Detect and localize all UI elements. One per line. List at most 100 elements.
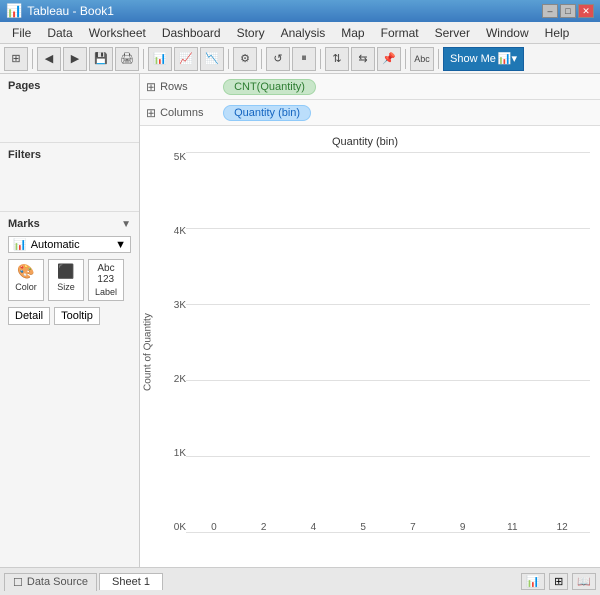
menu-file[interactable]: File xyxy=(4,24,39,42)
toolbar-forward-button[interactable]: ▶ xyxy=(63,47,87,71)
x-label-7: 7 xyxy=(410,522,416,533)
x-label-2: 2 xyxy=(261,522,267,533)
pages-section: Pages xyxy=(0,74,139,143)
toolbar-sort2-button[interactable]: ⇆ xyxy=(351,47,375,71)
menu-map[interactable]: Map xyxy=(333,24,372,42)
marks-chart-icon: 📊 xyxy=(13,238,27,251)
toolbar-refresh-button[interactable]: ↺ xyxy=(266,47,290,71)
close-button[interactable]: ✕ xyxy=(578,4,594,18)
detail-button[interactable]: Detail xyxy=(8,307,50,325)
toolbar-pause-button[interactable]: ⏸ xyxy=(292,47,316,71)
new-dashboard-button[interactable]: ⊞ xyxy=(549,573,568,590)
menu-story[interactable]: Story xyxy=(229,24,273,42)
toolbar-sep-7 xyxy=(438,49,439,69)
toolbar-sort-button[interactable]: ⇅ xyxy=(325,47,349,71)
left-panel: Pages Filters Marks ▼ 📊 Automatic ▼ 🎨 Co… xyxy=(0,74,140,567)
marks-section: Marks ▼ 📊 Automatic ▼ 🎨 Color ⬛ Size Abc… xyxy=(0,212,139,331)
toolbar-sep-1 xyxy=(32,49,33,69)
data-source-tab[interactable]: ☐ Data Source xyxy=(4,573,97,591)
x-label-11: 11 xyxy=(507,522,517,533)
sheet1-tab[interactable]: Sheet 1 xyxy=(99,573,163,590)
bar-group-4[interactable]: 4 xyxy=(292,519,336,533)
toolbar-sep-6 xyxy=(405,49,406,69)
toolbar-filter-button[interactable]: ⚙ xyxy=(233,47,257,71)
columns-pill[interactable]: Quantity (bin) xyxy=(223,105,311,121)
menu-analysis[interactable]: Analysis xyxy=(273,24,334,42)
toolbar: ⊞ ◀ ▶ 💾 🖨 📊 📈 📉 ⚙ ↺ ⏸ ⇅ ⇆ 📌 Abc Show Me … xyxy=(0,44,600,74)
bar-group-7[interactable]: 7 xyxy=(391,519,435,533)
chart-canvas: Quantity (bin) Count of Quantity 0K 1K 2… xyxy=(140,126,600,567)
toolbar-print-button[interactable]: 🖨 xyxy=(115,47,139,71)
menu-dashboard[interactable]: Dashboard xyxy=(154,24,229,42)
toolbar-sep-2 xyxy=(143,49,144,69)
toolbar-grid-button[interactable]: ⊞ xyxy=(4,47,28,71)
y-ticks: 0K 1K 2K 3K 4K 5K xyxy=(158,152,186,553)
filters-section: Filters xyxy=(0,143,139,212)
toolbar-sep-5 xyxy=(320,49,321,69)
size-label: Size xyxy=(57,282,75,292)
filters-title: Filters xyxy=(8,149,131,161)
tooltip-button[interactable]: Tooltip xyxy=(54,307,100,325)
y-tick-3k: 3K xyxy=(158,300,186,311)
label-button[interactable]: Abc123 Label xyxy=(88,259,124,301)
toolbar-chart2-button[interactable]: 📈 xyxy=(174,47,198,71)
color-label: Color xyxy=(15,282,37,292)
toolbar-text-button[interactable]: Abc xyxy=(410,47,434,71)
window-title: Tableau - Book1 xyxy=(27,4,542,18)
bars-container: 0 2 4 5 7 9 11 12 xyxy=(186,152,590,553)
menu-help[interactable]: Help xyxy=(537,24,578,42)
size-button[interactable]: ⬛ Size xyxy=(48,259,84,301)
x-label-9: 9 xyxy=(460,522,466,533)
menu-data[interactable]: Data xyxy=(39,24,80,42)
marks-type-label: Automatic xyxy=(31,239,80,251)
filters-content xyxy=(8,165,131,205)
menu-worksheet[interactable]: Worksheet xyxy=(81,24,154,42)
show-me-button[interactable]: Show Me 📊▾ xyxy=(443,47,524,71)
minimize-button[interactable]: – xyxy=(542,4,558,18)
marks-type-dropdown[interactable]: 📊 Automatic ▼ xyxy=(8,236,131,253)
toolbar-sep-3 xyxy=(228,49,229,69)
show-me-label: Show Me xyxy=(450,53,496,65)
y-tick-2k: 2K xyxy=(158,374,186,385)
color-button[interactable]: 🎨 Color xyxy=(8,259,44,301)
y-axis-label: Count of Quantity xyxy=(140,152,156,553)
color-icon: 🎨 xyxy=(17,263,34,280)
detail-tooltip-row: Detail Tooltip xyxy=(8,307,131,325)
size-icon: ⬛ xyxy=(57,263,74,280)
toolbar-back-button[interactable]: ◀ xyxy=(37,47,61,71)
app-icon: 📊 xyxy=(6,3,22,19)
rows-icon: ⊞ xyxy=(146,80,156,94)
maximize-button[interactable]: □ xyxy=(560,4,576,18)
columns-icon: ⊞ xyxy=(146,106,156,120)
bar-group-5[interactable]: 5 xyxy=(341,519,385,533)
chart-area: ⊞ Rows CNT(Quantity) ⊞ Columns Quantity … xyxy=(140,74,600,567)
menu-format[interactable]: Format xyxy=(373,24,427,42)
bar-group-11[interactable]: 11 xyxy=(491,519,535,533)
new-story-button[interactable]: 📖 xyxy=(572,573,596,590)
bar-group-0[interactable]: 0 xyxy=(192,519,236,533)
toolbar-chart1-button[interactable]: 📊 xyxy=(148,47,172,71)
toolbar-chart3-button[interactable]: 📉 xyxy=(200,47,224,71)
columns-label: Columns xyxy=(160,107,215,119)
toolbar-save-button[interactable]: 💾 xyxy=(89,47,113,71)
toolbar-pin-button[interactable]: 📌 xyxy=(377,47,401,71)
new-worksheet-button[interactable]: 📊 xyxy=(521,573,545,590)
bar-group-2[interactable]: 2 xyxy=(242,519,286,533)
marks-title: Marks xyxy=(8,218,40,230)
x-label-4: 4 xyxy=(311,522,317,533)
rows-pill[interactable]: CNT(Quantity) xyxy=(223,79,316,95)
tab-icons: 📊 ⊞ 📖 xyxy=(521,573,596,590)
main-layout: Pages Filters Marks ▼ 📊 Automatic ▼ 🎨 Co… xyxy=(0,74,600,567)
marks-dropdown-arrow: ▼ xyxy=(115,239,126,251)
datasource-icon: ☐ xyxy=(13,576,23,589)
bar-group-12[interactable]: 12 xyxy=(540,519,584,533)
bar-group-9[interactable]: 9 xyxy=(441,519,485,533)
marks-buttons: 🎨 Color ⬛ Size Abc123 Label xyxy=(8,259,131,301)
menu-window[interactable]: Window xyxy=(478,24,537,42)
y-tick-4k: 4K xyxy=(158,226,186,237)
toolbar-sep-4 xyxy=(261,49,262,69)
pages-content xyxy=(8,96,131,136)
y-tick-1k: 1K xyxy=(158,448,186,459)
chart-wrapper: Count of Quantity 0K 1K 2K 3K 4K 5K xyxy=(140,152,590,553)
menu-server[interactable]: Server xyxy=(427,24,478,42)
